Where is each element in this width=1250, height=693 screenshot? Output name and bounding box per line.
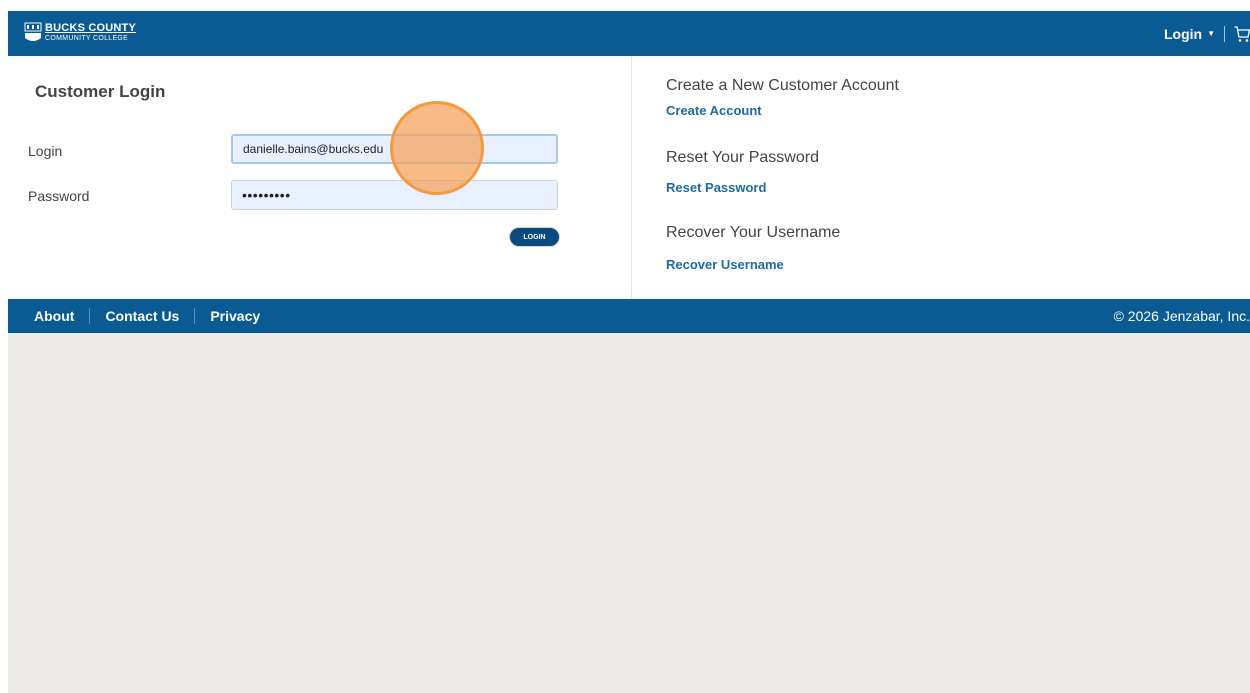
shopping-cart-icon[interactable] (1234, 25, 1250, 43)
recover-username-link[interactable]: Recover Username (666, 257, 784, 272)
recover-username-heading: Recover Your Username (666, 224, 841, 241)
footer-links: About Contact Us Privacy (34, 299, 260, 333)
footer-separator (89, 308, 91, 324)
login-menu-label: Login (1163, 25, 1203, 42)
login-field-label: Login (28, 143, 63, 159)
caret-down-icon: ▼ (1207, 29, 1215, 38)
logo-line-1: BUCKS COUNTY (45, 22, 137, 34)
header-separator (1224, 25, 1225, 42)
reset-password-link[interactable]: Reset Password (666, 180, 766, 195)
password-input[interactable]: ••••••••• (231, 180, 558, 210)
panel-divider (631, 56, 632, 299)
page-title: Customer Login (35, 82, 166, 101)
top-header: BUCKS COUNTY COMMUNITY COLLEGE Login ▼ (8, 11, 1250, 56)
header-actions: Login ▼ (1164, 11, 1250, 56)
click-highlight (390, 101, 484, 195)
login-dropdown[interactable]: Login ▼ (1164, 26, 1215, 42)
page-frame: BUCKS COUNTY COMMUNITY COLLEGE Login ▼ C… (8, 11, 1250, 693)
create-account-link[interactable]: Create Account (666, 103, 762, 118)
college-crest-icon (24, 22, 42, 41)
reset-password-heading: Reset Your Password (666, 149, 819, 166)
logo-line-2: COMMUNITY COLLEGE (45, 35, 129, 42)
copyright-text: © 2026 Jenzabar, Inc. (1113, 308, 1250, 324)
page-footer: About Contact Us Privacy © 2026 Jenzabar… (8, 299, 1250, 333)
create-account-heading: Create a New Customer Account (666, 77, 899, 94)
logo-text: BUCKS COUNTY COMMUNITY COLLEGE (45, 23, 136, 43)
password-field-label: Password (28, 188, 90, 204)
login-panel: Customer Login Login danielle.bains@buck… (8, 56, 1250, 299)
footer-link-privacy[interactable]: Privacy (210, 308, 260, 324)
college-logo[interactable]: BUCKS COUNTY COMMUNITY COLLEGE (24, 22, 136, 44)
footer-link-contact[interactable]: Contact Us (105, 308, 179, 324)
footer-link-about[interactable]: About (34, 308, 74, 324)
login-button[interactable]: LOGIN (509, 227, 560, 247)
footer-separator (194, 308, 196, 324)
